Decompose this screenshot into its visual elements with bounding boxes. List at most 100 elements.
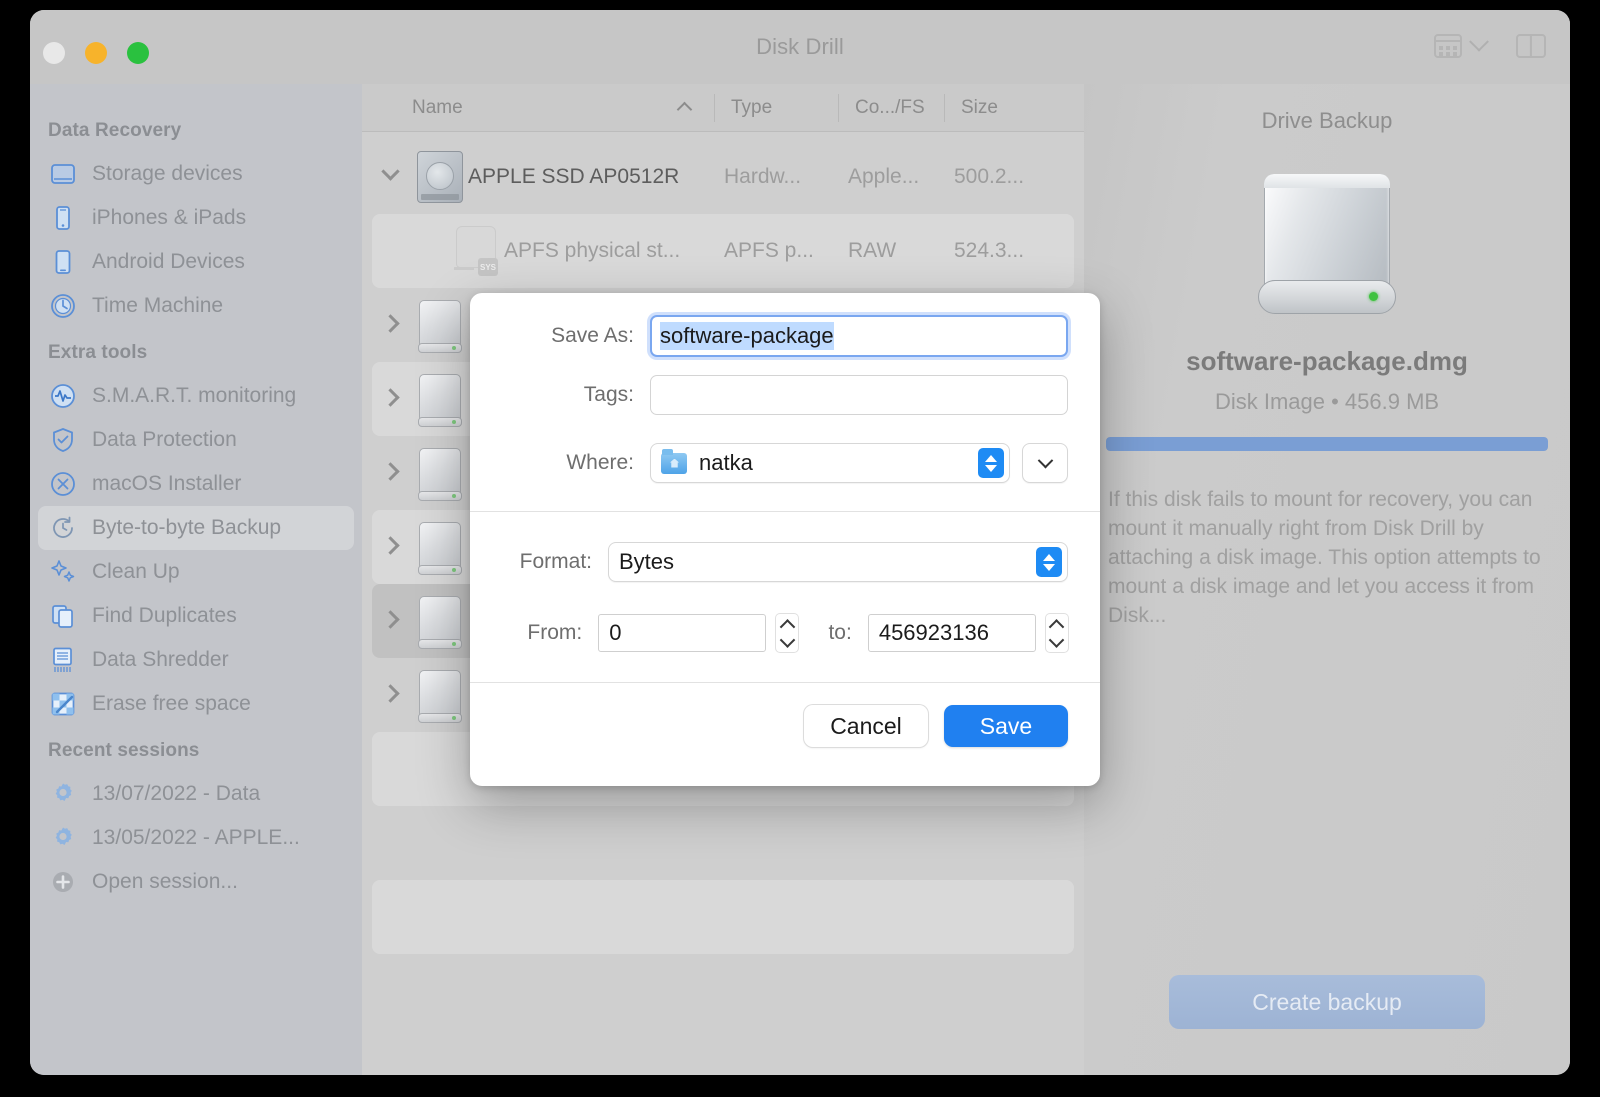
disclosure-triangle-expanded[interactable] xyxy=(378,140,412,214)
row-size: 524.3... xyxy=(954,239,1074,263)
title-bar: Disk Drill xyxy=(30,10,1570,84)
expand-browser-button[interactable] xyxy=(1022,443,1068,483)
sidebar-item-recent-session-1[interactable]: 13/07/2022 - Data xyxy=(38,772,354,816)
backup-file-meta: Disk Image • 456.9 MB xyxy=(1084,389,1570,415)
sidebar-item-android-devices[interactable]: Android Devices xyxy=(38,240,354,284)
sidebar-heading-extra-tools: Extra tools xyxy=(30,328,362,374)
external-drive-icon xyxy=(412,374,468,424)
sidebar-item-data-shredder[interactable]: Data Shredder xyxy=(38,638,354,682)
panel-description: If this disk fails to mount for recovery… xyxy=(1108,485,1546,630)
from-stepper[interactable] xyxy=(776,614,798,652)
column-header-cofs[interactable]: Co.../FS xyxy=(838,94,944,122)
sidebar-item-byte-to-byte-backup[interactable]: Byte-to-byte Backup xyxy=(38,506,354,550)
create-backup-button[interactable]: Create backup xyxy=(1169,975,1485,1029)
row-name: APPLE SSD AP0512R xyxy=(468,165,724,189)
sidebar-item-label: iPhones & iPads xyxy=(92,206,246,230)
disclosure-triangle-collapsed[interactable] xyxy=(378,584,412,658)
sidebar-item-open-session[interactable]: Open session... xyxy=(38,860,354,904)
format-popup-button[interactable]: Bytes xyxy=(608,542,1068,582)
sidebar-item-label: 13/05/2022 - APPLE... xyxy=(92,826,300,850)
tags-label: Tags: xyxy=(502,383,650,407)
sidebar-item-recent-session-2[interactable]: 13/05/2022 - APPLE... xyxy=(38,816,354,860)
view-mode-control[interactable] xyxy=(1434,34,1486,58)
sidebar-item-label: S.M.A.R.T. monitoring xyxy=(92,384,296,408)
window-title: Disk Drill xyxy=(30,10,1570,84)
sidebar-item-label: 13/07/2022 - Data xyxy=(92,782,260,806)
disclosure-spacer xyxy=(378,214,412,288)
popup-stepper-icon[interactable] xyxy=(1036,547,1062,577)
column-header-type[interactable]: Type xyxy=(714,94,838,122)
save-button[interactable]: Save xyxy=(944,705,1068,747)
sidebar-item-time-machine[interactable]: Time Machine xyxy=(38,284,354,328)
table-row[interactable] xyxy=(372,806,1074,880)
save-as-value: software-package xyxy=(660,322,834,350)
row-name: APFS physical st... xyxy=(504,239,724,263)
table-row[interactable]: SYS APFS physical st... APFS p... RAW 52… xyxy=(372,214,1074,288)
to-input[interactable]: 456923136 xyxy=(868,614,1036,652)
sidebar-item-label: Clean Up xyxy=(92,560,180,584)
drive-backup-panel: Drive Backup software-package.dmg Disk I… xyxy=(1084,84,1570,1075)
disclosure-triangle-collapsed[interactable] xyxy=(378,362,412,436)
sidebar-item-label: Data Shredder xyxy=(92,648,229,672)
to-value: 456923136 xyxy=(879,620,989,646)
format-value: Bytes xyxy=(619,549,674,575)
sidebar-item-smart-monitoring[interactable]: S.M.A.R.T. monitoring xyxy=(38,374,354,418)
sidebar-item-storage-devices[interactable]: Storage devices xyxy=(38,152,354,196)
disclosure-triangle-collapsed[interactable] xyxy=(378,658,412,732)
save-dialog: Save As: software-package Tags: Where: n… xyxy=(470,293,1100,786)
disclosure-triangle-collapsed[interactable] xyxy=(378,510,412,584)
external-drive-icon xyxy=(412,670,468,720)
app-window: Disk Drill Data Recovery St xyxy=(30,10,1570,1075)
sidebar-item-label: Storage devices xyxy=(92,162,243,186)
sidebar-item-label: Android Devices xyxy=(92,250,245,274)
to-stepper[interactable] xyxy=(1046,614,1068,652)
gear-icon xyxy=(48,779,78,809)
sidebar-item-macos-installer[interactable]: macOS Installer xyxy=(38,462,354,506)
split-view-icon[interactable] xyxy=(1516,34,1546,58)
external-drive-icon xyxy=(412,448,468,498)
column-header-name[interactable]: Name xyxy=(362,94,714,122)
table-row[interactable]: APPLE SSD AP0512R Hardw... Apple... 500.… xyxy=(372,140,1074,214)
sidebar-item-clean-up[interactable]: Clean Up xyxy=(38,550,354,594)
save-as-row: Save As: software-package xyxy=(502,315,1068,357)
row-type: APFS p... xyxy=(724,239,848,263)
sidebar-item-data-protection[interactable]: Data Protection xyxy=(38,418,354,462)
external-drive-icon xyxy=(412,596,468,646)
internal-hdd-icon xyxy=(412,151,468,203)
where-popup-button[interactable]: natka xyxy=(650,443,1010,483)
disclosure-triangle-collapsed[interactable] xyxy=(378,436,412,510)
cancel-button[interactable]: Cancel xyxy=(804,705,928,747)
apfs-store-icon: SYS xyxy=(448,226,504,276)
disclosure-triangle-collapsed[interactable] xyxy=(378,288,412,362)
drive-led-icon xyxy=(1369,292,1378,301)
sparkles-icon xyxy=(48,557,78,587)
save-as-label: Save As: xyxy=(502,324,650,348)
row-cofs: Apple... xyxy=(848,165,954,189)
from-label: From: xyxy=(502,621,598,645)
tags-input[interactable] xyxy=(650,375,1068,415)
chevron-down-icon[interactable] xyxy=(1469,32,1489,52)
progress-fill xyxy=(1106,437,1548,451)
iphone-icon xyxy=(48,203,78,233)
sidebar-item-erase-free-space[interactable]: Erase free space xyxy=(38,682,354,726)
table-row[interactable] xyxy=(372,880,1074,954)
sidebar-item-label: Find Duplicates xyxy=(92,604,237,628)
grid-view-icon[interactable] xyxy=(1434,34,1462,58)
duplicate-files-icon xyxy=(48,601,78,631)
popup-stepper-icon[interactable] xyxy=(978,448,1004,478)
column-header-size[interactable]: Size xyxy=(944,94,1064,122)
sidebar-item-iphones-ipads[interactable]: iPhones & iPads xyxy=(38,196,354,240)
sidebar-item-label: Byte-to-byte Backup xyxy=(92,516,281,540)
sidebar: Data Recovery Storage devices iPhones & … xyxy=(30,84,362,1075)
android-icon xyxy=(48,247,78,277)
from-input[interactable]: 0 xyxy=(598,614,766,652)
sidebar-item-find-duplicates[interactable]: Find Duplicates xyxy=(38,594,354,638)
format-row: Format: Bytes xyxy=(502,542,1068,582)
row-size: 500.2... xyxy=(954,165,1074,189)
erase-free-space-icon xyxy=(48,689,78,719)
row-cofs: RAW xyxy=(848,239,954,263)
sidebar-item-label: Data Protection xyxy=(92,428,237,452)
save-as-input[interactable]: software-package xyxy=(650,315,1068,357)
tags-row: Tags: xyxy=(502,375,1068,415)
backup-file-name: software-package.dmg xyxy=(1084,346,1570,377)
